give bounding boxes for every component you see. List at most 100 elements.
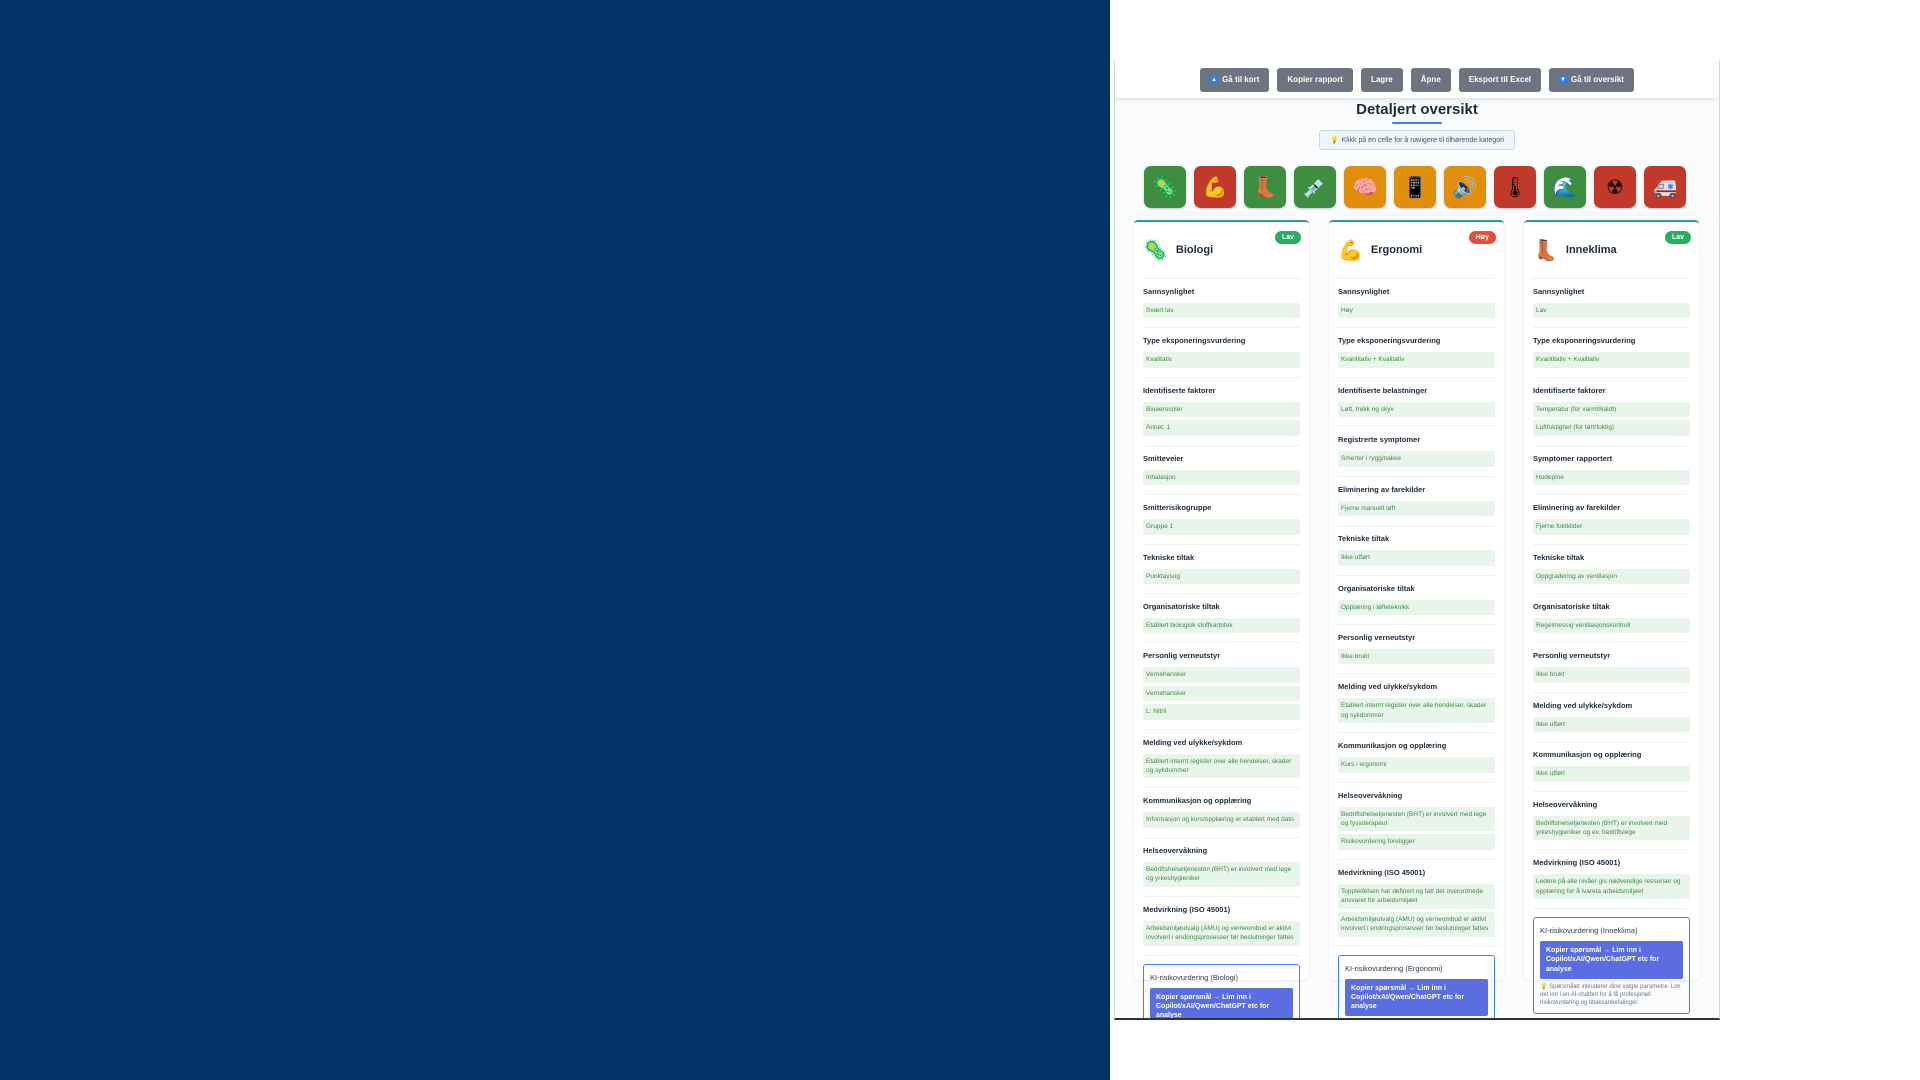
section-label: Identifiserte belastninger (1338, 385, 1428, 395)
section-label: Personlig verneutstyr (1338, 632, 1416, 642)
detail-section[interactable]: Eliminering av farekilder Fjerne manuelt … (1338, 477, 1495, 527)
risk-badge: Lav (1664, 231, 1691, 244)
detail-section[interactable]: Kommunikasjon og opplæring Kurs i ergonom… (1338, 733, 1495, 783)
detail-section[interactable]: Melding ved ulykke/sykdom Etablert intern… (1338, 674, 1495, 734)
section-label: Melding ved ulykke/sykdom (1533, 700, 1633, 710)
section-label: Kommunikasjon og opplæring (1143, 796, 1252, 806)
card-header: 👢 Inneklima (1533, 222, 1690, 279)
thermometer-icon[interactable]: 🌡 (1494, 166, 1536, 208)
waves-icon[interactable]: 🌊 (1544, 166, 1586, 208)
detail-section[interactable]: Melding ved ulykke/sykdom Etablert intern… (1143, 730, 1300, 789)
detail-section[interactable]: Type eksponeringsvurdering Kvalitativ (1143, 328, 1300, 378)
section-label: Helseovervåkning (1338, 790, 1403, 800)
section-value: Svært lav (1143, 303, 1300, 319)
export-excel-button[interactable]: Eksport til Excel (1458, 68, 1542, 92)
detail-section[interactable]: Type eksponeringsvurdering Kvantitativ + … (1533, 328, 1690, 378)
detail-section[interactable]: Helseovervåkning Bedriftshelsetjenesten (… (1533, 792, 1690, 851)
detail-section[interactable]: Organisatoriske tiltak Opplæring i løftet… (1338, 576, 1495, 625)
go-to-overview-button[interactable]: ▼ Gå til oversikt (1549, 68, 1634, 92)
section-label: Organisatoriske tiltak (1143, 601, 1220, 611)
title-underline (1392, 122, 1442, 124)
category-icon: 👢 (1533, 239, 1558, 262)
section-value: Etablert internt register over alle hend… (1143, 753, 1300, 779)
detail-section[interactable]: Registrerte symptomer Smerter i rygg/nakk… (1338, 427, 1495, 477)
detail-section[interactable]: Tekniske tiltak Oppgradering av ventilasj… (1533, 545, 1690, 594)
detail-section[interactable]: Medvirkning (ISO 45001) Arbeidsmiljøutval… (1143, 897, 1300, 956)
detail-section[interactable]: Identifiserte faktorer Temperatur (for va… (1533, 378, 1690, 446)
detail-section[interactable]: Eliminering av farekilder Fjerne fuktkild… (1533, 495, 1690, 545)
section-value: Arbeidsmiljøutvalg (AMU) og verneombud e… (1338, 911, 1495, 937)
copy-question-button[interactable]: Kopier spørsmål → Lim inn i Copilot/xAI/… (1540, 941, 1683, 979)
detail-section[interactable]: Sannsynlighet Lav (1533, 279, 1690, 329)
copy-question-button[interactable]: Kopier spørsmål → Lim inn i Copilot/xAI/… (1150, 987, 1293, 1018)
ai-risk-assessment-box: KI-risikovurdering (Inneklima) Kopier spø… (1533, 917, 1690, 1014)
detail-section[interactable]: Tekniske tiltak Ikke utført (1338, 526, 1495, 576)
detail-section[interactable]: Helseovervåkning Bedriftshelsetjenesten (… (1143, 838, 1300, 897)
section-value: Bedriftshelsetjenesten (BHT) er involver… (1143, 861, 1300, 887)
ai-box-title: KI-risikovurdering (Biologi) (1150, 972, 1238, 982)
phone-icon[interactable]: 📱 (1394, 166, 1436, 208)
detail-section[interactable]: Organisatoriske tiltak Etablert biologisk… (1143, 594, 1300, 644)
detail-section[interactable]: Symptomer rapportert Hodepine (1533, 446, 1690, 496)
section-value: Løft, trekk og skyv (1338, 401, 1495, 418)
card-header: 💪 Ergonomi (1338, 222, 1495, 279)
card-header: 🦠 Biologi (1143, 222, 1300, 279)
detail-section[interactable]: Medvirkning (ISO 45001) Toppledelsen har … (1338, 860, 1495, 947)
section-value: Risikovurdering foreligger (1338, 834, 1495, 850)
section-value: Ikke utført (1533, 766, 1690, 782)
detail-section[interactable]: Medvirkning (ISO 45001) Ledere på alle ni… (1533, 850, 1690, 910)
category-card-biologi[interactable]: 🦠 Biologi Lav Sannsynlighet Svært lav Type ek… (1134, 220, 1309, 1018)
detail-section[interactable]: Helseovervåkning Bedriftshelsetjenesten (… (1338, 783, 1495, 860)
detail-section[interactable]: Sannsynlighet Høy (1338, 279, 1495, 329)
section-value: Ledere på alle nivåer gis nødvendige res… (1533, 874, 1690, 900)
detail-section[interactable]: Kommunikasjon og opplæring Informasjon og… (1143, 788, 1300, 838)
category-icon-row: 🦠 💪 👢 💉 🧠 📱 🔊 🌡 🌊 ☢ 🚑 (1144, 166, 1719, 208)
save-button[interactable]: Lagre (1360, 68, 1403, 92)
detail-section[interactable]: Kommunikasjon og opplæring Ikke utført (1533, 742, 1690, 792)
speaker-icon[interactable]: 🔊 (1444, 166, 1486, 208)
detail-section[interactable]: Melding ved ulykke/sykdom Ikke utført (1533, 693, 1690, 743)
detail-section[interactable]: Personlig verneutstyr Ikke brukt (1338, 625, 1495, 675)
detail-section[interactable]: Type eksponeringsvurdering Kvantitativ + … (1338, 328, 1495, 378)
detail-section[interactable]: Identifiserte faktorer Bioaerosoler Annet:… (1143, 378, 1300, 446)
section-value: Arbeidsmiljøutvalg (AMU) og verneombud e… (1143, 920, 1300, 946)
section-value: Punktavsug (1143, 568, 1300, 584)
section-value: Oppgradering av ventilasjon (1533, 568, 1690, 584)
radiation-icon[interactable]: ☢ (1594, 166, 1636, 208)
bacteria-icon[interactable]: 🦠 (1144, 166, 1186, 208)
section-label: Tekniske tiltak (1143, 552, 1195, 562)
section-label: Tekniske tiltak (1533, 552, 1585, 562)
detail-section[interactable]: Organisatoriske tiltak Regelmessig ventil… (1533, 594, 1690, 644)
boot-icon[interactable]: 👢 (1244, 166, 1286, 208)
detail-section[interactable]: Tekniske tiltak Punktavsug (1143, 545, 1300, 594)
section-value: Vernehansker (1143, 667, 1300, 683)
section-value: Opplæring i løfteteknikk (1338, 599, 1495, 615)
section-label: Medvirkning (ISO 45001) (1143, 904, 1231, 914)
section-value: Regelmessig ventilasjonskontroll (1533, 617, 1690, 634)
copy-report-button[interactable]: Kopier rapport (1277, 68, 1353, 92)
detail-section[interactable]: Smitteveier Inhalasjon (1143, 446, 1300, 496)
detail-section[interactable]: Personlig verneutstyr Vernehansker Verneha… (1143, 643, 1300, 730)
toolbar: ▲ Gå til kort Kopier rapport Lagre Åpne E… (1115, 60, 1719, 99)
copy-question-button[interactable]: Kopier spørsmål → Lim inn i Copilot/xAI/… (1345, 978, 1488, 1016)
detail-section[interactable]: Identifiserte belastninger Løft, trekk og… (1338, 378, 1495, 428)
risk-badge: Høy (1468, 231, 1496, 244)
section-label: Organisatoriske tiltak (1338, 583, 1415, 593)
syringe-icon[interactable]: 💉 (1294, 166, 1336, 208)
detail-section[interactable]: Smitterisikogruppe Gruppe 1 (1143, 495, 1300, 545)
section-value: Hodepine (1533, 469, 1690, 486)
open-button[interactable]: Åpne (1410, 68, 1451, 92)
brain-icon[interactable]: 🧠 (1344, 166, 1386, 208)
detail-section[interactable]: Personlig verneutstyr Ikke brukt (1533, 643, 1690, 693)
section-label: Identifiserte faktorer (1533, 385, 1606, 395)
category-card-ergonomi[interactable]: 💪 Ergonomi Høy Sannsynlighet Høy Type ekspone… (1329, 220, 1504, 1018)
category-icon: 💪 (1338, 239, 1363, 262)
flexed-arm-icon[interactable]: 💪 (1194, 166, 1236, 208)
ai-risk-assessment-box: KI-risikovurdering (Biologi) Kopier spørs… (1143, 963, 1300, 1018)
category-card-inneklima[interactable]: 👢 Inneklima Lav Sannsynlighet Lav Type ekspon… (1524, 220, 1699, 1014)
detail-section[interactable]: Sannsynlighet Svært lav (1143, 279, 1300, 329)
go-to-map-button[interactable]: ▲ Gå til kort (1200, 68, 1270, 92)
section-label: Tekniske tiltak (1338, 534, 1390, 544)
detail-overview-window: ▲ Gå til kort Kopier rapport Lagre Åpne E… (1114, 60, 1720, 1020)
ambulance-icon[interactable]: 🚑 (1644, 166, 1686, 208)
